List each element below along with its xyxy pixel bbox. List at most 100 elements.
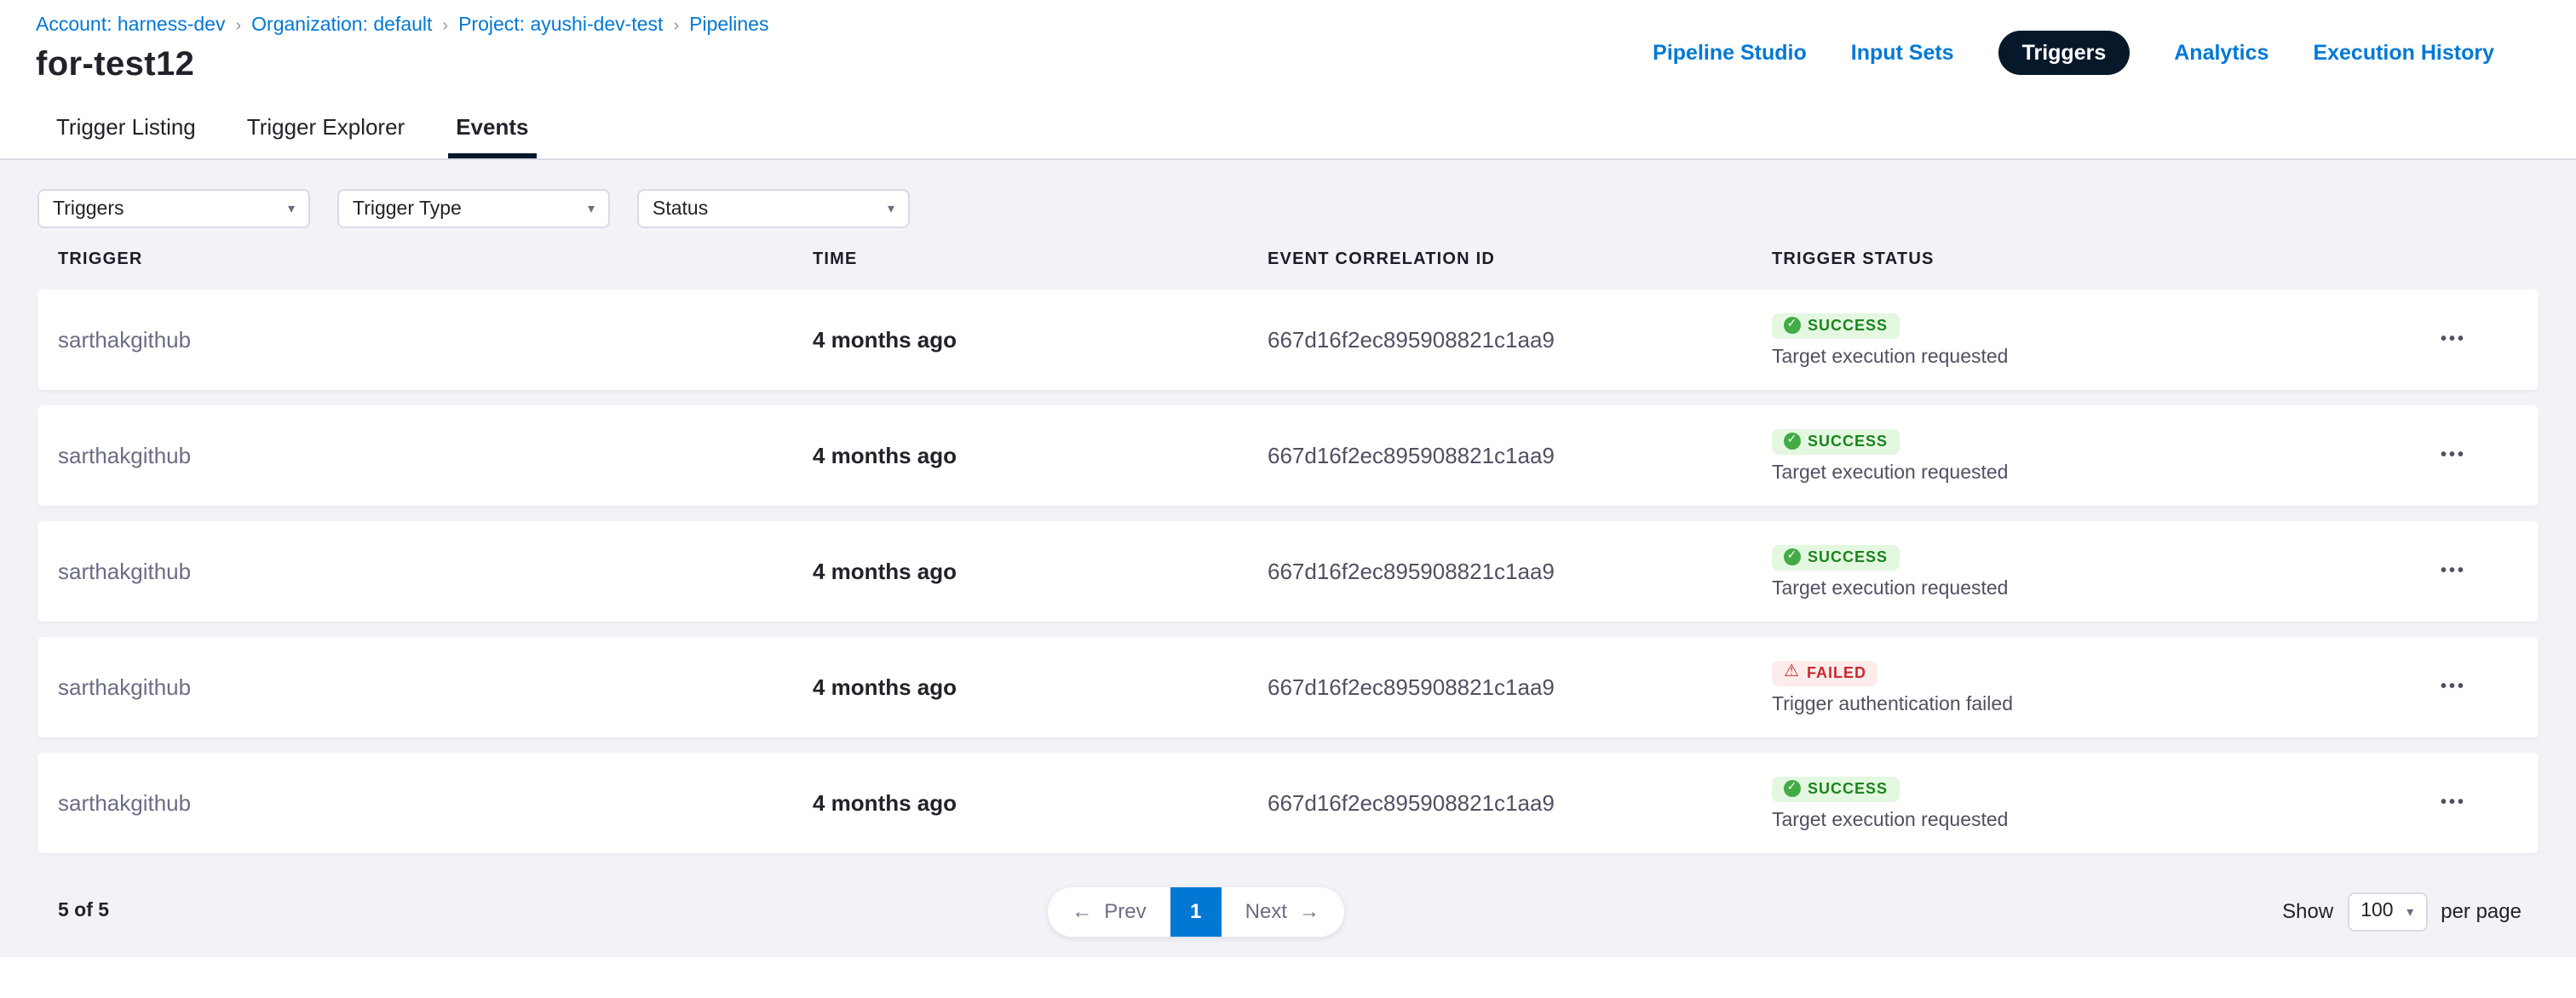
row-trigger-name: sarthakgithub bbox=[58, 559, 813, 584]
breadcrumb-link-organization[interactable]: Organization: default bbox=[251, 15, 432, 36]
row-menu-button[interactable]: ••• bbox=[2430, 783, 2476, 823]
breadcrumb-separator-icon: › bbox=[673, 17, 679, 36]
breadcrumb: Account: harness-dev › Organization: defau… bbox=[36, 15, 768, 37]
row-time: 4 months ago bbox=[813, 327, 1268, 353]
arrow-right-icon: → bbox=[1299, 899, 1320, 923]
page-header: Account: harness-dev › Organization: defau… bbox=[0, 0, 2576, 99]
row-status: ✓ SUCCESS Target execution requested bbox=[1772, 544, 2368, 599]
status-badge-label: SUCCESS bbox=[1808, 548, 1888, 565]
row-time: 4 months ago bbox=[813, 674, 1268, 700]
filter-select-triggers[interactable]: Triggers ▾ bbox=[37, 189, 310, 228]
nav-item-pipeline-studio[interactable]: Pipeline Studio bbox=[1653, 41, 1807, 65]
row-status: ✓ SUCCESS Target execution requested bbox=[1772, 313, 2368, 367]
row-menu-button[interactable]: ••• bbox=[2430, 436, 2476, 475]
event-rows: sarthakgithub 4 months ago 667d16f2ec895… bbox=[37, 290, 2539, 853]
row-correlation-id: 667d16f2ec895908821c1aa9 bbox=[1268, 443, 1772, 468]
app: Account: harness-dev › Organization: defau… bbox=[0, 0, 2576, 998]
arrow-left-icon: ← bbox=[1072, 899, 1092, 923]
filter-select-trigger-type[interactable]: Trigger Type▾ bbox=[337, 189, 610, 228]
next-label: Next bbox=[1245, 899, 1287, 923]
next-button[interactable]: Next → bbox=[1222, 886, 1343, 936]
row-status: ✓ SUCCESS Target execution requested bbox=[1772, 428, 2368, 483]
header-left: Account: harness-dev › Organization: defau… bbox=[36, 15, 768, 85]
content: Triggers▾Trigger Type▾Status▾ TRIGGER TI… bbox=[0, 160, 2576, 957]
status-badge-label: SUCCESS bbox=[1808, 433, 1888, 450]
status-badge: ✓ SUCCESS bbox=[1772, 776, 1900, 801]
tab-events[interactable]: Events bbox=[447, 99, 537, 158]
row-correlation-id: 667d16f2ec895908821c1aa9 bbox=[1268, 327, 1772, 353]
nav-item-input-sets[interactable]: Input Sets bbox=[1851, 41, 1954, 65]
status-message: Trigger authentication failed bbox=[1772, 694, 2013, 714]
status-badge-label: SUCCESS bbox=[1808, 317, 1888, 334]
row-time: 4 months ago bbox=[813, 559, 1268, 584]
pagination-summary: 5 of 5 bbox=[58, 901, 109, 921]
row-trigger-name: sarthakgithub bbox=[58, 790, 813, 816]
row-correlation-id: 667d16f2ec895908821c1aa9 bbox=[1268, 674, 1772, 700]
row-time: 4 months ago bbox=[813, 443, 1268, 468]
row-correlation-id: 667d16f2ec895908821c1aa9 bbox=[1268, 790, 1772, 816]
failed-warning-icon: ⚠ bbox=[1784, 664, 1800, 681]
table-row: sarthakgithub 4 months ago 667d16f2ec895… bbox=[37, 637, 2539, 737]
status-badge: ⚠ FAILED bbox=[1772, 660, 1878, 685]
filters: Triggers ▾ Trigger Type▾ Status ▾ bbox=[37, 189, 2539, 228]
success-check-icon: ✓ bbox=[1784, 433, 1801, 450]
nav-item-triggers[interactable]: Triggers bbox=[1998, 31, 2130, 75]
page-size-control: Show 100 ▾ per page bbox=[2282, 892, 2521, 931]
filter-label: Status bbox=[653, 198, 708, 219]
table-row: sarthakgithub 4 months ago 667d16f2ec895… bbox=[37, 753, 2539, 853]
tab-trigger-listing[interactable]: Trigger Listing bbox=[48, 99, 204, 158]
show-label: Show bbox=[2282, 899, 2333, 923]
table-row: sarthakgithub 4 months ago 667d16f2ec895… bbox=[37, 405, 2539, 506]
prev-button[interactable]: ← Prev bbox=[1048, 886, 1170, 936]
row-trigger-name: sarthakgithub bbox=[58, 674, 813, 700]
nav-item-analytics[interactable]: Analytics bbox=[2174, 41, 2268, 65]
breadcrumb-separator-icon: › bbox=[235, 17, 241, 36]
row-status: ⚠ FAILED Trigger authentication failed bbox=[1772, 660, 2368, 714]
pager: ← Prev 1 Next → bbox=[1048, 886, 1343, 936]
nav-item-execution-history[interactable]: Execution History bbox=[2313, 41, 2494, 65]
breadcrumb-link-pipelines[interactable]: Pipelines bbox=[689, 15, 768, 36]
status-badge: ✓ SUCCESS bbox=[1772, 544, 1900, 570]
status-message: Target execution requested bbox=[1772, 347, 2008, 367]
row-status: ✓ SUCCESS Target execution requested bbox=[1772, 776, 2368, 830]
row-menu-button[interactable]: ••• bbox=[2430, 552, 2476, 591]
status-badge-label: FAILED bbox=[1807, 664, 1866, 681]
row-menu-button[interactable]: ••• bbox=[2430, 668, 2476, 707]
breadcrumb-link-project[interactable]: Project: ayushi-dev-test bbox=[458, 15, 663, 36]
chevron-down-icon: ▾ bbox=[888, 201, 894, 216]
breadcrumb-link-account[interactable]: Account: harness-dev bbox=[36, 15, 225, 36]
status-message: Target execution requested bbox=[1772, 462, 2008, 483]
status-message: Target execution requested bbox=[1772, 578, 2008, 599]
success-check-icon: ✓ bbox=[1784, 317, 1801, 334]
status-badge: ✓ SUCCESS bbox=[1772, 313, 1900, 338]
table-row: sarthakgithub 4 months ago 667d16f2ec895… bbox=[37, 290, 2539, 390]
status-badge-label: SUCCESS bbox=[1808, 780, 1888, 797]
success-check-icon: ✓ bbox=[1784, 548, 1801, 565]
breadcrumb-separator-icon: › bbox=[442, 17, 448, 36]
column-header-time: TIME bbox=[813, 250, 1268, 269]
column-header-trigger-status: TRIGGER STATUS bbox=[1772, 250, 2368, 269]
pagination: 5 of 5 ← Prev 1 Next → Show 100 ▾ per p bbox=[37, 886, 2539, 937]
row-menu-button[interactable]: ••• bbox=[2430, 320, 2476, 359]
row-correlation-id: 667d16f2ec895908821c1aa9 bbox=[1268, 559, 1772, 584]
tab-trigger-explorer[interactable]: Trigger Explorer bbox=[239, 99, 413, 158]
filter-label: Trigger Type bbox=[353, 198, 462, 219]
filter-label: Triggers bbox=[53, 198, 124, 219]
page-size-value: 100 bbox=[2360, 901, 2393, 921]
per-page-label: per page bbox=[2441, 899, 2521, 923]
column-header-trigger: TRIGGER bbox=[58, 250, 813, 269]
column-header-correlation-id: EVENT CORRELATION ID bbox=[1268, 250, 1772, 269]
page-title: for-test12 bbox=[36, 46, 768, 85]
chevron-down-icon: ▾ bbox=[288, 201, 295, 216]
page-size-select[interactable]: 100 ▾ bbox=[2347, 892, 2427, 931]
row-trigger-name: sarthakgithub bbox=[58, 327, 813, 353]
table-row: sarthakgithub 4 months ago 667d16f2ec895… bbox=[37, 521, 2539, 622]
filter-select-status[interactable]: Status ▾ bbox=[637, 189, 910, 228]
row-time: 4 months ago bbox=[813, 790, 1268, 816]
pipeline-nav: Pipeline Studio Input Sets Triggers Analyti… bbox=[1653, 31, 2494, 75]
table-header: TRIGGER TIME EVENT CORRELATION ID TRIGGE… bbox=[37, 250, 2539, 269]
page-1-button[interactable]: 1 bbox=[1170, 886, 1222, 936]
success-check-icon: ✓ bbox=[1784, 780, 1801, 797]
chevron-down-icon: ▾ bbox=[2406, 903, 2413, 919]
row-trigger-name: sarthakgithub bbox=[58, 443, 813, 468]
